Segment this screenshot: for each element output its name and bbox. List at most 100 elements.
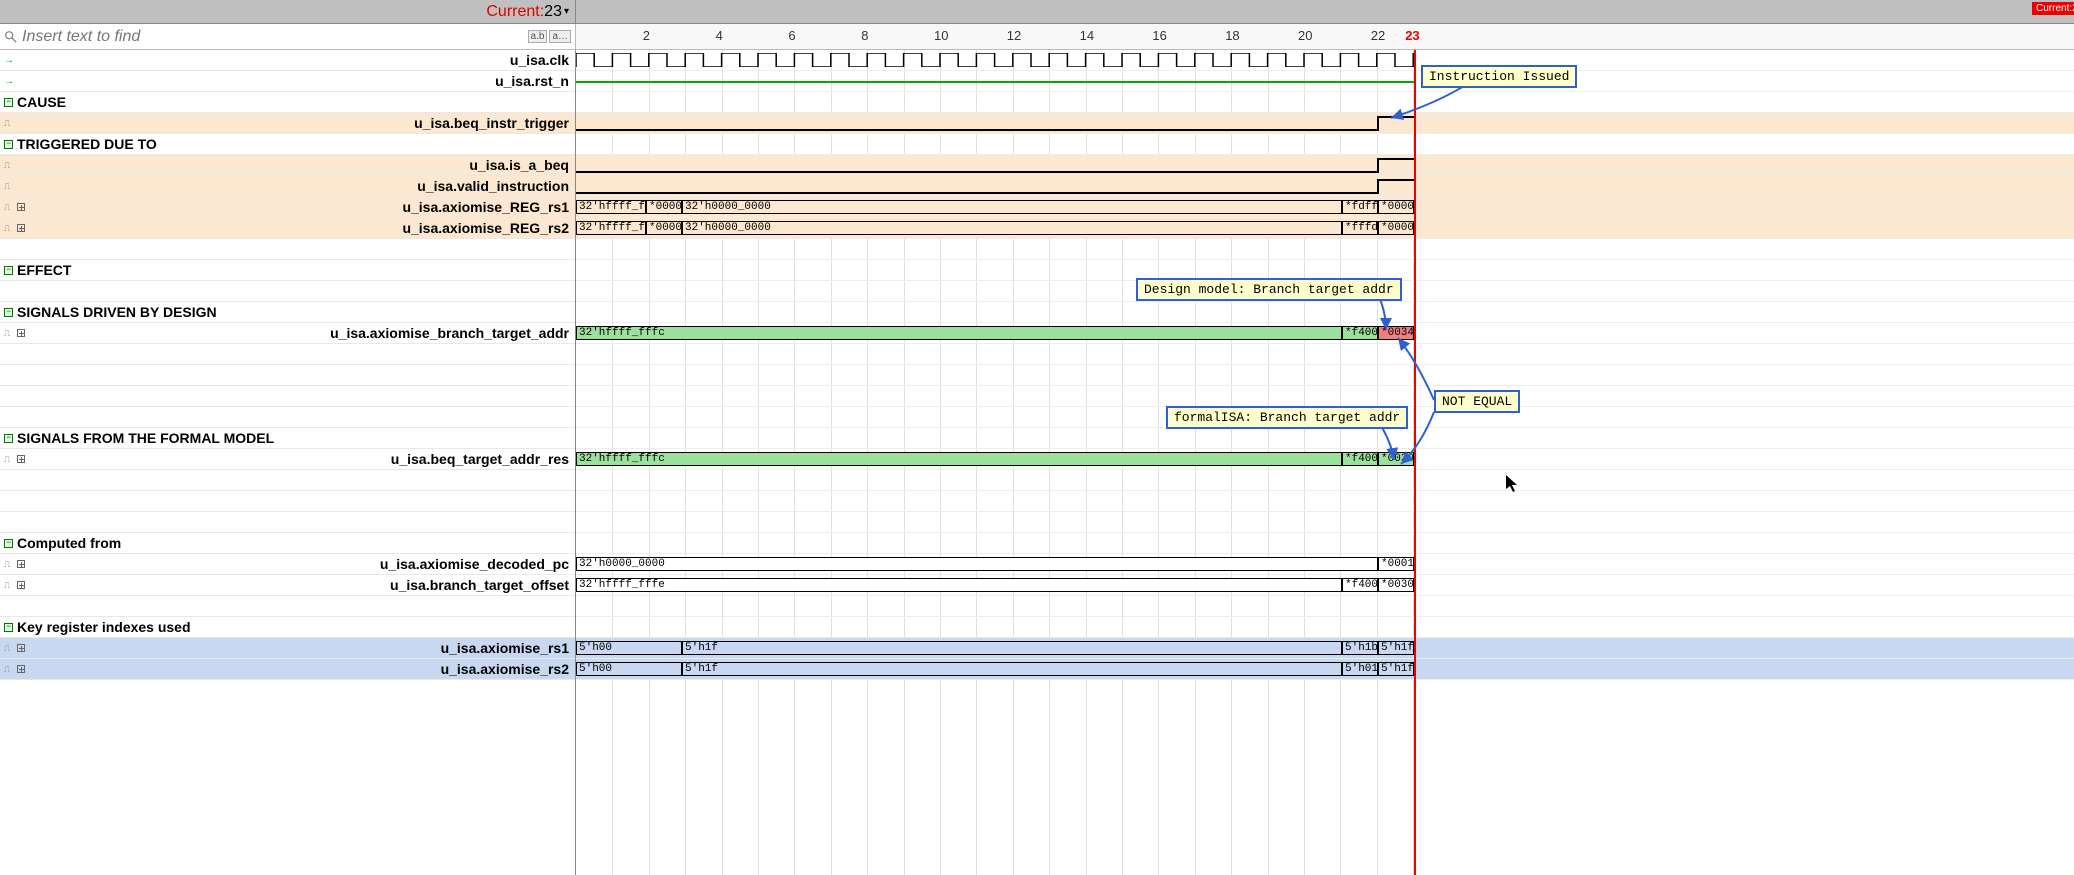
wave-row[interactable]: 32'hffff_fffc*f400*0030 [576, 449, 2074, 470]
signal-row[interactable]: ⎍u_isa.beq_instr_trigger [0, 113, 575, 134]
wave-row[interactable] [576, 176, 2074, 197]
signal-name[interactable]: u_isa.branch_target_offset [34, 577, 575, 593]
cursor-line[interactable] [1414, 50, 1416, 875]
expand-bus-icon[interactable] [17, 455, 25, 463]
wave-row[interactable] [576, 113, 2074, 134]
current-cursor-flag[interactable]: Current:23 [2032, 2, 2074, 15]
wave-row[interactable] [576, 491, 2074, 512]
expand-bus-icon[interactable] [17, 644, 25, 652]
wave-row[interactable] [576, 71, 2074, 92]
signal-row[interactable]: →u_isa.rst_n [0, 71, 575, 92]
signal-name[interactable]: u_isa.is_a_beq [34, 157, 575, 173]
waveform-column[interactable]: 32'hffff_ffff*000032'h0000_0000*fdff*000… [576, 50, 2074, 875]
ruler-tick: 8 [861, 28, 868, 43]
bus-value: 32'hffff_fffe [576, 578, 1342, 592]
collapse-group-icon[interactable] [4, 623, 13, 632]
bus-value: *0030 [1378, 452, 1414, 466]
chevron-down-icon[interactable]: ▾ [564, 6, 569, 17]
signal-name[interactable]: u_isa.axiomise_rs2 [34, 661, 575, 677]
wave-row[interactable] [576, 428, 2074, 449]
signal-row[interactable]: ⎍u_isa.axiomise_decoded_pc [0, 554, 575, 575]
wave-row[interactable] [576, 92, 2074, 113]
signal-name[interactable]: u_isa.beq_target_addr_res [34, 451, 575, 467]
search-options: a.b a… [524, 30, 575, 43]
expand-bus-icon[interactable] [17, 665, 25, 673]
spacer-row [0, 344, 575, 365]
signal-name[interactable]: u_isa.rst_n [34, 73, 575, 89]
wave-row[interactable] [576, 302, 2074, 323]
wave-row[interactable] [576, 596, 2074, 617]
signal-name[interactable]: u_isa.axiomise_branch_target_addr [34, 325, 575, 341]
signal-name[interactable]: u_isa.axiomise_REG_rs1 [34, 199, 575, 215]
signal-group-row[interactable]: Key register indexes used [0, 617, 575, 638]
signal-name[interactable]: u_isa.axiomise_REG_rs2 [34, 220, 575, 236]
expand-bus-icon[interactable] [17, 329, 25, 337]
bus-value: *f400 [1342, 326, 1378, 340]
wave-row[interactable]: 32'hffff_ffff*000032'h0000_0000*fdff*000… [576, 197, 2074, 218]
search-opt-wildcard[interactable]: a… [549, 30, 571, 43]
group-label: SIGNALS DRIVEN BY DESIGN [13, 304, 217, 320]
bus-value: *0000 [1378, 221, 1414, 235]
collapse-group-icon[interactable] [4, 434, 13, 443]
expand-bus-icon[interactable] [17, 581, 25, 589]
signal-row[interactable]: ⎍u_isa.axiomise_branch_target_addr [0, 323, 575, 344]
wave-row[interactable] [576, 470, 2074, 491]
wave-row[interactable] [576, 134, 2074, 155]
current-value: 23 [544, 3, 562, 21]
group-label: TRIGGERED DUE TO [13, 136, 157, 152]
wave-row[interactable]: 32'hffff_fffe*f400*0030 [576, 575, 2074, 596]
signal-row[interactable]: ⎍u_isa.axiomise_REG_rs1 [0, 197, 575, 218]
signal-row[interactable]: ⎍u_isa.axiomise_rs2 [0, 659, 575, 680]
signal-name[interactable]: u_isa.valid_instruction [34, 178, 575, 194]
time-ruler[interactable]: 24681012141618202223 [576, 24, 2074, 49]
signal-name[interactable]: u_isa.axiomise_rs1 [34, 640, 575, 656]
signal-group-row[interactable]: TRIGGERED DUE TO [0, 134, 575, 155]
signal-row[interactable]: ⎍u_isa.axiomise_rs1 [0, 638, 575, 659]
bus-value: *fffd [1342, 221, 1378, 235]
wave-row[interactable] [576, 50, 2074, 71]
search-opt-regex[interactable]: a.b [528, 30, 548, 43]
wave-row[interactable] [576, 533, 2074, 554]
expand-bus-icon[interactable] [17, 224, 25, 232]
expand-bus-icon[interactable] [17, 560, 25, 568]
signal-name[interactable]: u_isa.clk [34, 52, 575, 68]
collapse-group-icon[interactable] [4, 539, 13, 548]
signal-group-row[interactable]: EFFECT [0, 260, 575, 281]
collapse-group-icon[interactable] [4, 308, 13, 317]
wave-row[interactable] [576, 617, 2074, 638]
signal-group-row[interactable]: CAUSE [0, 92, 575, 113]
wave-row[interactable] [576, 239, 2074, 260]
spacer-row [0, 491, 575, 512]
signal-name[interactable]: u_isa.beq_instr_trigger [34, 115, 575, 131]
wave-icon: ⎍ [4, 580, 14, 590]
signal-names-column[interactable]: →u_isa.clk→u_isa.rst_nCAUSE⎍u_isa.beq_in… [0, 50, 576, 875]
signal-group-row[interactable]: SIGNALS FROM THE FORMAL MODEL [0, 428, 575, 449]
wave-row[interactable]: 32'hffff_fffc*f400*0034 [576, 323, 2074, 344]
signal-row[interactable]: →u_isa.clk [0, 50, 575, 71]
signal-row[interactable]: ⎍ u_isa.branch_target_offset [0, 575, 575, 596]
wave-row[interactable] [576, 344, 2074, 365]
signal-name[interactable]: u_isa.axiomise_decoded_pc [34, 556, 575, 572]
ruler-tick: 20 [1298, 28, 1312, 43]
collapse-group-icon[interactable] [4, 140, 13, 149]
search-input[interactable] [22, 28, 524, 46]
signal-row[interactable]: ⎍u_isa.is_a_beq [0, 155, 575, 176]
collapse-group-icon[interactable] [4, 98, 13, 107]
current-time-display[interactable]: Current: 23 ▾ [0, 0, 576, 23]
expand-bus-icon[interactable] [17, 203, 25, 211]
signal-group-row[interactable]: Computed from [0, 533, 575, 554]
wave-icon: ⎍ [4, 223, 14, 233]
wave-row[interactable] [576, 386, 2074, 407]
wave-row[interactable] [576, 512, 2074, 533]
signal-group-row[interactable]: SIGNALS DRIVEN BY DESIGN [0, 302, 575, 323]
wave-row[interactable]: 5'h005'h1f5'h1b5'h1f [576, 638, 2074, 659]
signal-row[interactable]: ⎍u_isa.valid_instruction [0, 176, 575, 197]
wave-row[interactable] [576, 365, 2074, 386]
wave-row[interactable] [576, 155, 2074, 176]
wave-row[interactable]: 32'h0000_0000*0001 [576, 554, 2074, 575]
collapse-group-icon[interactable] [4, 266, 13, 275]
wave-row[interactable]: 32'hffff_ffff*000032'h0000_0000*fffd*000… [576, 218, 2074, 239]
wave-row[interactable]: 5'h005'h1f5'h015'h1f [576, 659, 2074, 680]
signal-row[interactable]: ⎍ u_isa.axiomise_REG_rs2 [0, 218, 575, 239]
signal-row[interactable]: ⎍u_isa.beq_target_addr_res [0, 449, 575, 470]
